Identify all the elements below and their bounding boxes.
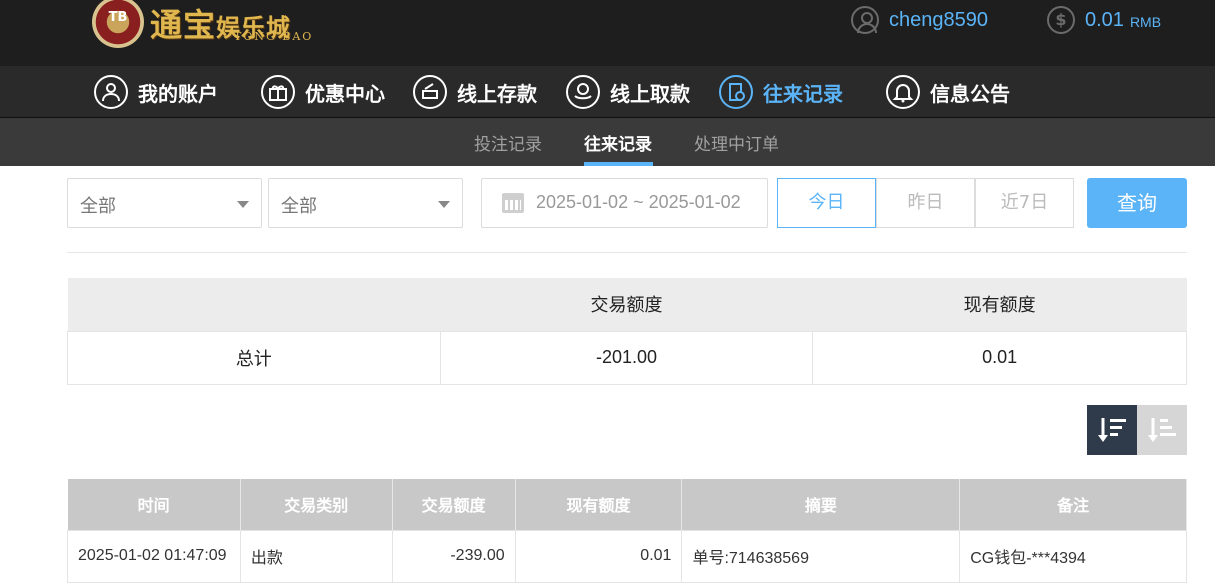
category-select-value: 全部 bbox=[281, 196, 317, 217]
tab-pending-orders[interactable]: 处理中订单 bbox=[694, 130, 779, 155]
cell-summary: 单号:714638569 bbox=[681, 529, 961, 583]
tab-bet-records[interactable]: 投注记录 bbox=[474, 130, 542, 155]
user-icon bbox=[851, 6, 879, 34]
tab-transaction-records[interactable]: 往来记录 bbox=[584, 130, 652, 155]
logo-chip-text: TB bbox=[108, 10, 128, 25]
nav-item-promotions[interactable]: 优惠中心 bbox=[261, 74, 385, 110]
last-7-days-button[interactable]: 近7日 bbox=[975, 178, 1074, 228]
balance-currency: RMB bbox=[1129, 14, 1162, 30]
cell-time: 2025-01-02 01:47:09 bbox=[67, 529, 241, 583]
col-header-balance[interactable]: 现有额度 bbox=[515, 479, 683, 530]
transactions-header-row: 时间 交易类别 交易额度 现有额度 摘要 备注 bbox=[67, 479, 1187, 530]
nav-label: 线上存款 bbox=[457, 81, 537, 106]
col-header-time[interactable]: 时间 bbox=[67, 479, 241, 530]
site-logo[interactable]: TB 通宝娱乐城 TONG BAO bbox=[92, 0, 332, 48]
summary-header-amount: 交易额度 bbox=[440, 278, 813, 331]
summary-total-label: 总计 bbox=[67, 330, 441, 385]
col-header-amount[interactable]: 交易额度 bbox=[392, 479, 516, 530]
sort-desc-icon bbox=[1098, 418, 1126, 442]
chevron-down-icon bbox=[237, 201, 249, 208]
sort-asc-button[interactable] bbox=[1137, 405, 1187, 455]
type-select-value: 全部 bbox=[80, 196, 116, 217]
deposit-icon bbox=[413, 75, 447, 109]
chevron-down-icon bbox=[438, 201, 450, 208]
query-button[interactable]: 查询 bbox=[1087, 178, 1187, 228]
summary-total-row: 总计 -201.00 0.01 bbox=[67, 330, 1187, 385]
date-range-input[interactable]: 2025-01-02 ~ 2025-01-02 bbox=[481, 178, 768, 228]
cell-amount: -239.00 bbox=[391, 529, 516, 583]
yesterday-button[interactable]: 昨日 bbox=[876, 178, 975, 228]
sort-desc-button[interactable] bbox=[1087, 405, 1137, 455]
dollar-icon: $ bbox=[1047, 6, 1075, 34]
summary-header-balance: 现有额度 bbox=[812, 278, 1187, 331]
nav-label: 优惠中心 bbox=[305, 81, 385, 106]
cell-remark: CG钱包-***4394 bbox=[959, 529, 1187, 583]
nav-label: 往来记录 bbox=[763, 81, 843, 106]
withdraw-icon bbox=[566, 75, 600, 109]
balance-info: $ 0.01 RMB bbox=[1047, 5, 1161, 35]
nav-item-withdraw[interactable]: 线上取款 bbox=[566, 74, 690, 110]
logo-title-main: 通宝 bbox=[150, 6, 217, 44]
summary-header-empty bbox=[67, 278, 441, 331]
balance-value: 0.01 bbox=[1085, 8, 1124, 31]
records-icon bbox=[719, 75, 753, 109]
nav-label: 我的账户 bbox=[138, 81, 218, 106]
calendar-icon bbox=[502, 193, 524, 213]
top-header: TB 通宝娱乐城 TONG BAO cheng8590 $ 0.01 RMB bbox=[0, 0, 1215, 66]
nav-label: 信息公告 bbox=[930, 81, 1010, 106]
nav-label: 线上取款 bbox=[610, 81, 690, 106]
cell-type: 出款 bbox=[239, 529, 393, 583]
sub-nav: 投注记录 往来记录 处理中订单 bbox=[0, 118, 1215, 166]
today-button[interactable]: 今日 bbox=[777, 178, 876, 228]
table-row[interactable]: 2025-01-02 01:47:09 出款 -239.00 0.01 单号:7… bbox=[67, 529, 1187, 583]
sort-asc-icon bbox=[1148, 418, 1176, 442]
summary-header-row: 交易额度 现有额度 bbox=[67, 278, 1187, 331]
summary-table: 交易额度 现有额度 总计 -201.00 0.01 bbox=[67, 278, 1187, 385]
nav-item-deposit[interactable]: 线上存款 bbox=[413, 74, 537, 110]
gift-icon bbox=[261, 75, 295, 109]
col-header-summary[interactable]: 摘要 bbox=[681, 479, 961, 530]
nav-item-records[interactable]: 往来记录 bbox=[719, 74, 843, 110]
user-icon bbox=[94, 75, 128, 109]
user-info[interactable]: cheng8590 bbox=[851, 5, 988, 35]
logo-subtitle: TONG BAO bbox=[234, 30, 314, 43]
bell-icon bbox=[886, 75, 920, 109]
username[interactable]: cheng8590 bbox=[889, 9, 988, 32]
cell-balance: 0.01 bbox=[514, 529, 683, 583]
summary-total-balance: 0.01 bbox=[812, 330, 1187, 385]
nav-item-announcements[interactable]: 信息公告 bbox=[886, 74, 1010, 110]
nav-item-my-account[interactable]: 我的账户 bbox=[94, 74, 218, 110]
summary-total-amount: -201.00 bbox=[439, 330, 814, 385]
transactions-table: 时间 交易类别 交易额度 现有额度 摘要 备注 2025-01-02 01:47… bbox=[67, 479, 1187, 583]
date-range-value: 2025-01-02 ~ 2025-01-02 bbox=[536, 192, 741, 212]
col-header-remark[interactable]: 备注 bbox=[959, 479, 1187, 530]
active-tab-indicator bbox=[584, 162, 653, 166]
main-nav: 我的账户 优惠中心 线上存款 线上取款 往来记录 信息公告 bbox=[0, 66, 1215, 118]
divider bbox=[67, 252, 1187, 253]
category-select[interactable]: 全部 bbox=[268, 178, 463, 228]
type-select[interactable]: 全部 bbox=[67, 178, 262, 228]
col-header-type[interactable]: 交易类别 bbox=[240, 479, 393, 530]
